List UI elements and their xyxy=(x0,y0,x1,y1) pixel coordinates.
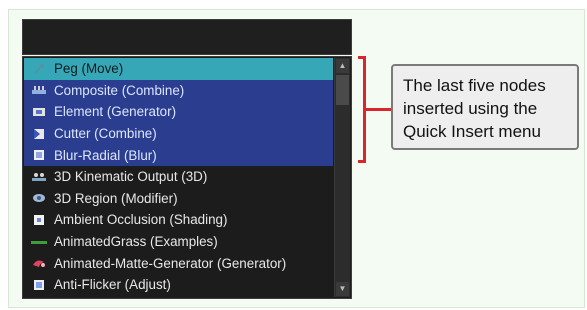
callout-connector xyxy=(366,108,391,111)
list-item-label: Cutter (Combine) xyxy=(54,126,157,142)
cutter-icon xyxy=(24,123,54,144)
list-item[interactable]: 3D Kinematic Output (3D) xyxy=(24,166,333,188)
list-item-label: 3D Region (Modifier) xyxy=(54,190,178,206)
callout-box: The last five nodes inserted using the Q… xyxy=(391,64,579,150)
list-item[interactable]: Composite (Combine) xyxy=(24,79,333,102)
list-item-label: Peg (Move) xyxy=(54,61,124,77)
matte-icon xyxy=(24,253,54,274)
scroll-up-icon[interactable]: ▲ xyxy=(336,59,349,73)
list-item[interactable]: Anti-Flicker (Adjust) xyxy=(24,274,333,296)
scroll-thumb[interactable] xyxy=(336,75,349,105)
occlusion-icon xyxy=(24,209,54,230)
list-item-label: Ambient Occlusion (Shading) xyxy=(54,212,228,228)
scroll-down-icon[interactable]: ▼ xyxy=(336,282,349,296)
list-item[interactable]: 3D Region (Modifier) xyxy=(24,188,333,210)
blur-icon xyxy=(24,145,54,166)
quick-insert-search-input[interactable] xyxy=(22,19,352,55)
list-item-label: AnimatedGrass (Examples) xyxy=(54,234,218,250)
list-item[interactable]: Peg (Move) xyxy=(24,58,333,80)
list-item-label: Element (Generator) xyxy=(54,104,177,120)
list-item-label: Anti-Flicker (Adjust) xyxy=(54,277,171,293)
composite-icon xyxy=(24,80,54,101)
element-icon xyxy=(24,101,54,122)
flicker-icon xyxy=(24,274,54,295)
list-item-label: Composite (Combine) xyxy=(54,82,185,98)
list-item[interactable]: Cutter (Combine) xyxy=(24,122,333,145)
grass-icon xyxy=(24,231,54,252)
list-item-label: Blur-Radial (Blur) xyxy=(54,147,157,163)
list-item-label: Animated-Matte-Generator (Generator) xyxy=(54,255,287,271)
quick-insert-node-list[interactable]: Peg (Move) Composite (Combine) Element (… xyxy=(22,56,352,299)
kinematic-icon xyxy=(24,166,54,187)
list-item-label: 3D Kinematic Output (3D) xyxy=(54,169,208,185)
list-item[interactable]: Animated-Matte-Generator (Generator) xyxy=(24,252,333,274)
node-list: Peg (Move) Composite (Combine) Element (… xyxy=(24,58,333,296)
list-item[interactable]: Ambient Occlusion (Shading) xyxy=(24,209,333,231)
list-item[interactable]: AnimatedGrass (Examples) xyxy=(24,231,333,253)
region-icon xyxy=(24,188,54,209)
callout-text: The last five nodes inserted using the Q… xyxy=(403,76,546,141)
list-item[interactable]: Element (Generator) xyxy=(24,101,333,123)
list-scrollbar[interactable]: ▲ ▼ xyxy=(334,58,350,297)
peg-icon xyxy=(24,58,54,79)
highlight-bracket xyxy=(358,56,366,163)
list-item[interactable]: Blur-Radial (Blur) xyxy=(24,144,333,166)
